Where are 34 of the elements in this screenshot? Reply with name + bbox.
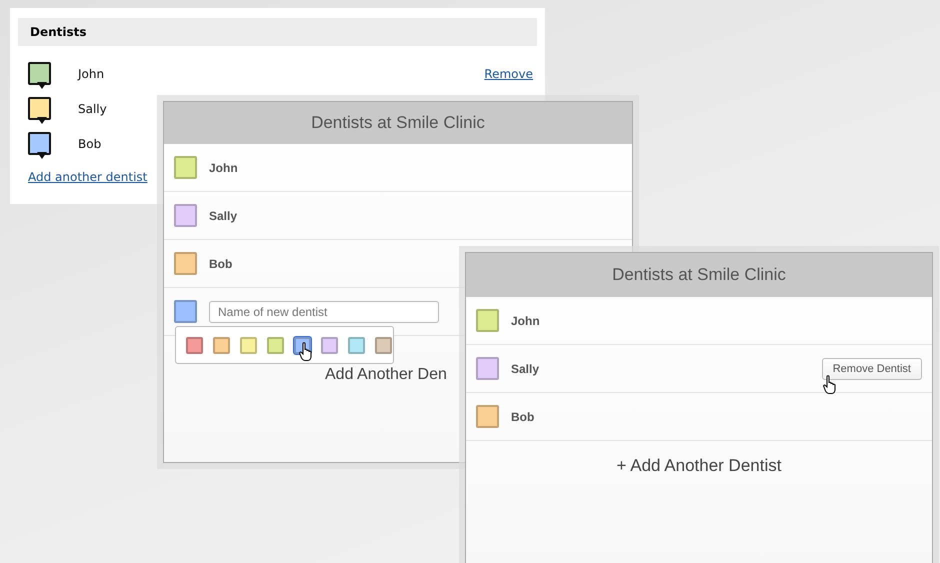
color-swatch[interactable] — [174, 252, 197, 275]
color-option[interactable] — [375, 336, 392, 354]
color-option[interactable] — [240, 336, 257, 354]
color-option[interactable] — [213, 336, 230, 354]
panel-title: Dentists at Smile Clinic — [466, 253, 932, 297]
color-swatch[interactable] — [174, 300, 197, 323]
pointer-hand-icon — [299, 342, 313, 361]
color-swatch[interactable] — [174, 204, 197, 227]
add-dentist-link[interactable]: Add another dentist — [28, 170, 148, 184]
dentist-name: John — [511, 314, 541, 328]
dentist-name: Sally — [78, 102, 108, 116]
color-swatch[interactable] — [174, 156, 197, 179]
color-option[interactable] — [348, 336, 365, 354]
dentist-name: Bob — [78, 136, 102, 150]
dentist-name: Sally — [209, 208, 238, 222]
dentist-name: John — [209, 160, 239, 174]
name-input-field[interactable]: Name of new dentist — [209, 300, 439, 322]
remove-dentist-button[interactable]: Remove Dentist — [822, 358, 922, 380]
dentist-name: John — [78, 66, 106, 80]
add-dentist-label[interactable]: Add Another Den — [325, 366, 447, 383]
panel-title: Dentists at Smile Clinic — [164, 102, 632, 144]
color-option[interactable] — [267, 336, 284, 354]
add-dentist-label[interactable]: + Add Another Dentist — [616, 456, 782, 475]
color-swatch[interactable] — [476, 357, 499, 380]
dentist-name: Bob — [209, 256, 234, 270]
color-swatch[interactable] — [476, 309, 499, 332]
color-option[interactable] — [321, 336, 338, 354]
pointer-hand-icon — [822, 374, 837, 394]
color-option[interactable] — [186, 336, 203, 354]
dentist-name: Bob — [511, 410, 536, 424]
panel-header: Dentists — [18, 18, 537, 46]
remove-link[interactable]: Remove — [484, 66, 533, 80]
dentist-name: Sally — [511, 362, 540, 376]
color-swatch[interactable] — [476, 405, 499, 428]
